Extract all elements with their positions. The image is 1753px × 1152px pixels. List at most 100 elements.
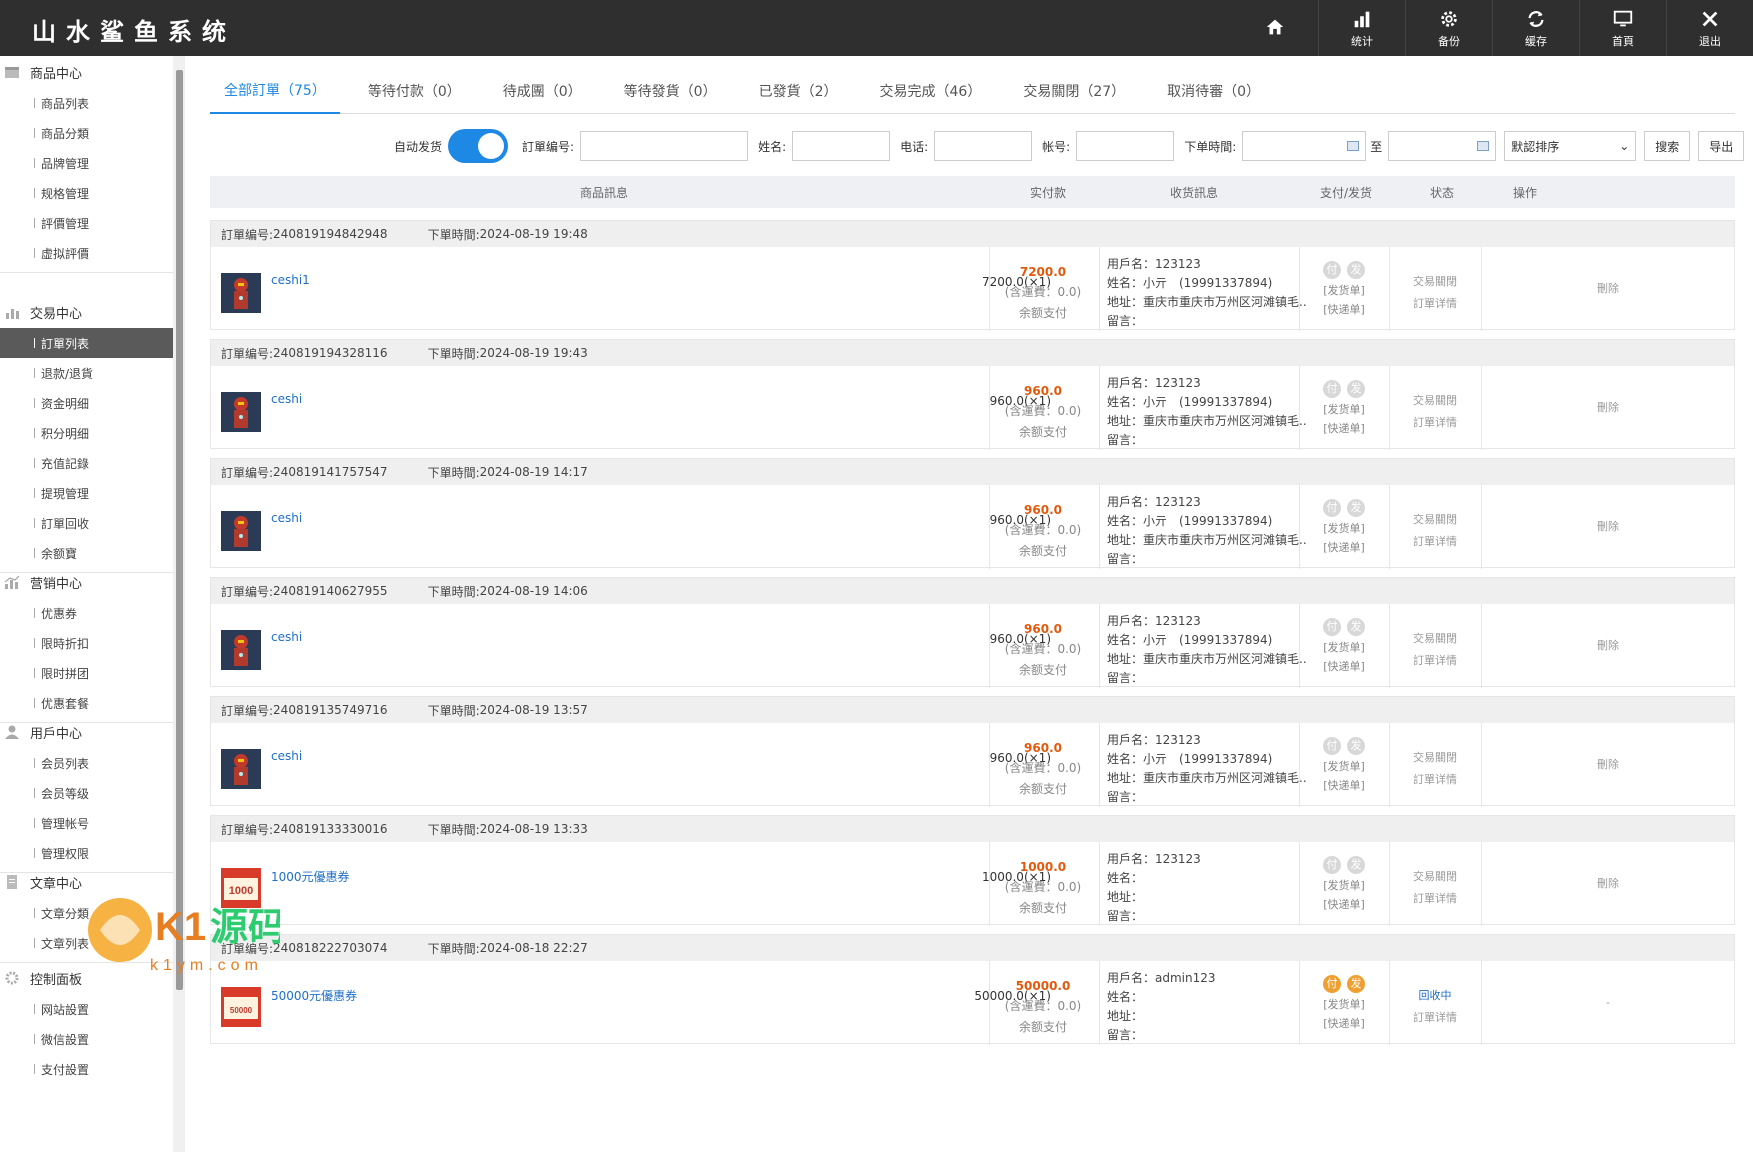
delete-button[interactable]: 刪除	[1481, 485, 1735, 569]
sidebar-item[interactable]: 规格管理	[0, 178, 173, 208]
ship-doc-link[interactable]: [发货单]	[1299, 401, 1389, 417]
svg-text:50000: 50000	[230, 1006, 253, 1015]
tab-shipped[interactable]: 已發貨（2）	[745, 68, 852, 114]
sidebar-item-order-list[interactable]: 訂單列表	[0, 328, 173, 358]
order-no-input[interactable]	[580, 131, 749, 161]
order-status[interactable]: 回收中	[1389, 987, 1481, 1003]
product-name-link[interactable]: ceshi	[271, 392, 302, 406]
ship-doc-link[interactable]: [发货单]	[1299, 639, 1389, 655]
product-thumbnail[interactable]: 50000	[221, 987, 261, 1027]
product-name-link[interactable]: ceshi	[271, 511, 302, 525]
express-doc-link[interactable]: [快递单]	[1299, 301, 1389, 317]
express-doc-link[interactable]: [快递单]	[1299, 1015, 1389, 1031]
end-date-input[interactable]	[1388, 131, 1497, 161]
product-name-link[interactable]: 1000元優惠券	[271, 868, 350, 885]
sidebar-item[interactable]: 管理权限	[0, 838, 173, 868]
sidebar-item[interactable]: 評價管理	[0, 208, 173, 238]
product-thumbnail[interactable]	[221, 511, 261, 551]
sidebar-item[interactable]: 限时拼团	[0, 658, 173, 688]
delete-button[interactable]: 刪除	[1481, 604, 1735, 688]
sidebar-item[interactable]: 会员等级	[0, 778, 173, 808]
tab-pending-group[interactable]: 待成團（0）	[489, 68, 596, 114]
ship-doc-link[interactable]: [发货单]	[1299, 520, 1389, 536]
sidebar-item[interactable]: 提現管理	[0, 478, 173, 508]
express-doc-link[interactable]: [快递单]	[1299, 896, 1389, 912]
product-thumbnail[interactable]	[221, 630, 261, 670]
ship-doc-link[interactable]: [发货单]	[1299, 996, 1389, 1012]
delete-button[interactable]: 刪除	[1481, 842, 1735, 926]
order-detail-link[interactable]: 訂單详情	[1389, 652, 1481, 668]
order-detail-link[interactable]: 訂單详情	[1389, 414, 1481, 430]
product-name-link[interactable]: ceshi	[271, 749, 302, 763]
express-doc-link[interactable]: [快递单]	[1299, 539, 1389, 555]
express-doc-link[interactable]: [快递单]	[1299, 777, 1389, 793]
sidebar-item[interactable]: 余额寶	[0, 538, 173, 568]
delete-button[interactable]: 刪除	[1481, 366, 1735, 450]
sidebar-item[interactable]: 訂單回收	[0, 508, 173, 538]
order-detail-link[interactable]: 訂單详情	[1389, 890, 1481, 906]
homepage-button[interactable]: 首頁	[1579, 0, 1666, 56]
sidebar-group-header[interactable]: 商品中心	[0, 56, 173, 88]
sidebar-item[interactable]: 退款/退貨	[0, 358, 173, 388]
product-thumbnail[interactable]	[221, 392, 261, 432]
ship-doc-link[interactable]: [发货单]	[1299, 758, 1389, 774]
sidebar-item[interactable]: 限時折扣	[0, 628, 173, 658]
tab-pending-ship[interactable]: 等待發貨（0）	[610, 68, 731, 114]
product-name-link[interactable]: 50000元優惠券	[271, 987, 357, 1004]
delete-button[interactable]: 刪除	[1481, 247, 1735, 331]
delete-button[interactable]: 刪除	[1481, 723, 1735, 807]
order-detail-link[interactable]: 訂單详情	[1389, 533, 1481, 549]
receiver-address: 地址：重庆市重庆市万州区河滩镇毛..	[1107, 295, 1307, 309]
calendar-icon[interactable]	[1347, 141, 1360, 151]
account-input[interactable]	[1076, 131, 1175, 161]
phone-input[interactable]	[934, 131, 1033, 161]
backup-button[interactable]: 备份	[1405, 0, 1492, 56]
order-detail-link[interactable]: 訂單详情	[1389, 1009, 1481, 1025]
sidebar-group-header[interactable]: 交易中心	[0, 296, 173, 328]
delete-button[interactable]: -	[1481, 961, 1735, 1045]
product-name-link[interactable]: ceshi1	[271, 273, 310, 287]
tab-all[interactable]: 全部訂單（75）	[210, 68, 340, 114]
ship-doc-link[interactable]: [发货单]	[1299, 282, 1389, 298]
export-button[interactable]: 导出	[1698, 131, 1745, 161]
start-date-input[interactable]	[1242, 131, 1367, 161]
sidebar-group-header[interactable]: 营销中心	[0, 566, 173, 598]
sidebar-item[interactable]: 品牌管理	[0, 148, 173, 178]
sidebar-item[interactable]: 网站設置	[0, 994, 173, 1024]
sidebar-item[interactable]: 优惠券	[0, 598, 173, 628]
sidebar-item[interactable]: 管理帐号	[0, 808, 173, 838]
auto-ship-toggle[interactable]	[448, 129, 509, 163]
logout-button[interactable]: 退出	[1666, 0, 1753, 56]
stats-button[interactable]: 统计	[1318, 0, 1405, 56]
tab-cancel-review[interactable]: 取消待審（0）	[1153, 68, 1274, 114]
tab-completed[interactable]: 交易完成（46）	[866, 68, 996, 114]
search-button[interactable]: 搜索	[1644, 131, 1691, 161]
sidebar-item[interactable]: 虚拟評價	[0, 238, 173, 268]
sidebar-scroll-thumb[interactable]	[176, 70, 183, 990]
sidebar-group-header[interactable]: 用戶中心	[0, 716, 173, 748]
sidebar-item[interactable]: 商品分類	[0, 118, 173, 148]
calendar-icon[interactable]	[1477, 141, 1490, 151]
express-doc-link[interactable]: [快递单]	[1299, 420, 1389, 436]
product-thumbnail[interactable]	[221, 749, 261, 789]
sidebar-item[interactable]: 会员列表	[0, 748, 173, 778]
sidebar-item[interactable]: 商品列表	[0, 88, 173, 118]
order-detail-link[interactable]: 訂單详情	[1389, 295, 1481, 311]
sidebar-item[interactable]: 微信設置	[0, 1024, 173, 1054]
tab-pending-payment[interactable]: 等待付款（0）	[354, 68, 475, 114]
product-name-link[interactable]: ceshi	[271, 630, 302, 644]
sidebar-item[interactable]: 优惠套餐	[0, 688, 173, 718]
sort-select[interactable]: 默認排序 ⌄	[1504, 131, 1637, 161]
product-thumbnail[interactable]	[221, 273, 261, 313]
sidebar-item[interactable]: 充值記錄	[0, 448, 173, 478]
cache-button[interactable]: 缓存	[1492, 0, 1579, 56]
ship-doc-link[interactable]: [发货单]	[1299, 877, 1389, 893]
express-doc-link[interactable]: [快递单]	[1299, 658, 1389, 674]
sidebar-item[interactable]: 支付設置	[0, 1054, 173, 1084]
name-input[interactable]	[792, 131, 891, 161]
home-button[interactable]	[1231, 0, 1318, 56]
sidebar-item[interactable]: 积分明细	[0, 418, 173, 448]
tab-closed[interactable]: 交易關閉（27）	[1009, 68, 1139, 114]
sidebar-item[interactable]: 资金明细	[0, 388, 173, 418]
order-detail-link[interactable]: 訂單详情	[1389, 771, 1481, 787]
